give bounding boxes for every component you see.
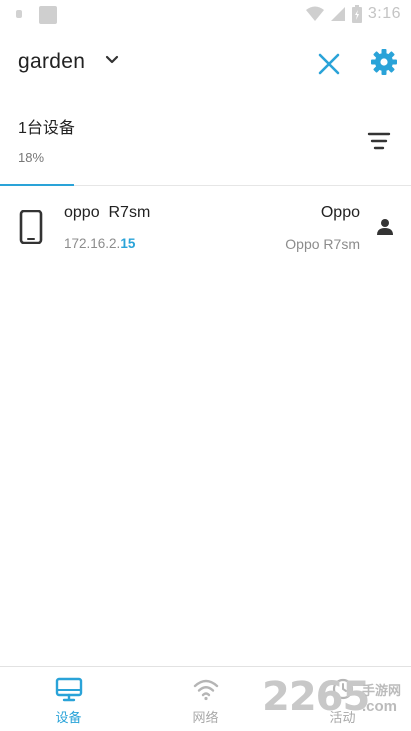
device-model: Oppo R7sm <box>285 236 360 252</box>
wifi-icon <box>193 679 218 701</box>
chevron-down-icon[interactable] <box>104 52 120 68</box>
smartphone-icon <box>19 210 43 244</box>
cell-signal-icon <box>330 7 345 21</box>
device-list-item[interactable]: oppo R7sm 172.16.2.15 Oppo Oppo R7sm <box>0 186 411 266</box>
tab-network-label: 网络 <box>192 710 219 725</box>
device-ip: 172.16.2.15 <box>64 236 135 251</box>
app-notification-icon <box>39 6 57 24</box>
device-summary: 1台设备 18% <box>0 104 411 186</box>
watermark-site-name: 手游网 <box>362 683 402 698</box>
status-icons: 3:16 <box>305 5 401 23</box>
device-ip-suffix: 15 <box>120 236 136 251</box>
device-ip-prefix: 172.16.2. <box>64 236 121 251</box>
tab-devices-label: 设备 <box>55 710 82 725</box>
tab-devices[interactable]: 设备 <box>0 667 137 731</box>
device-brand: Oppo <box>320 204 360 221</box>
person-icon[interactable] <box>376 218 394 236</box>
battery-icon <box>351 5 362 23</box>
notification-icon <box>16 10 22 18</box>
status-time: 3:16 <box>367 5 401 22</box>
close-icon[interactable] <box>312 47 346 81</box>
filter-icon[interactable] <box>365 127 393 155</box>
status-bar: 3:16 <box>0 0 411 30</box>
watermark-logo: 2265 手游网 .com <box>262 672 411 728</box>
gear-icon[interactable] <box>368 46 400 78</box>
watermark-domain: .com <box>362 698 398 715</box>
tab-network[interactable]: 网络 <box>137 667 274 731</box>
device-name: oppo R7sm <box>64 204 151 221</box>
wifi-signal-icon <box>305 6 324 21</box>
scan-progress-text: 18% <box>18 150 45 165</box>
app-bar: garden <box>0 30 411 94</box>
monitor-icon <box>55 677 82 702</box>
network-name[interactable]: garden <box>18 50 85 74</box>
watermark-number: 2265 <box>262 674 370 720</box>
device-count: 1台设备 <box>18 120 75 137</box>
